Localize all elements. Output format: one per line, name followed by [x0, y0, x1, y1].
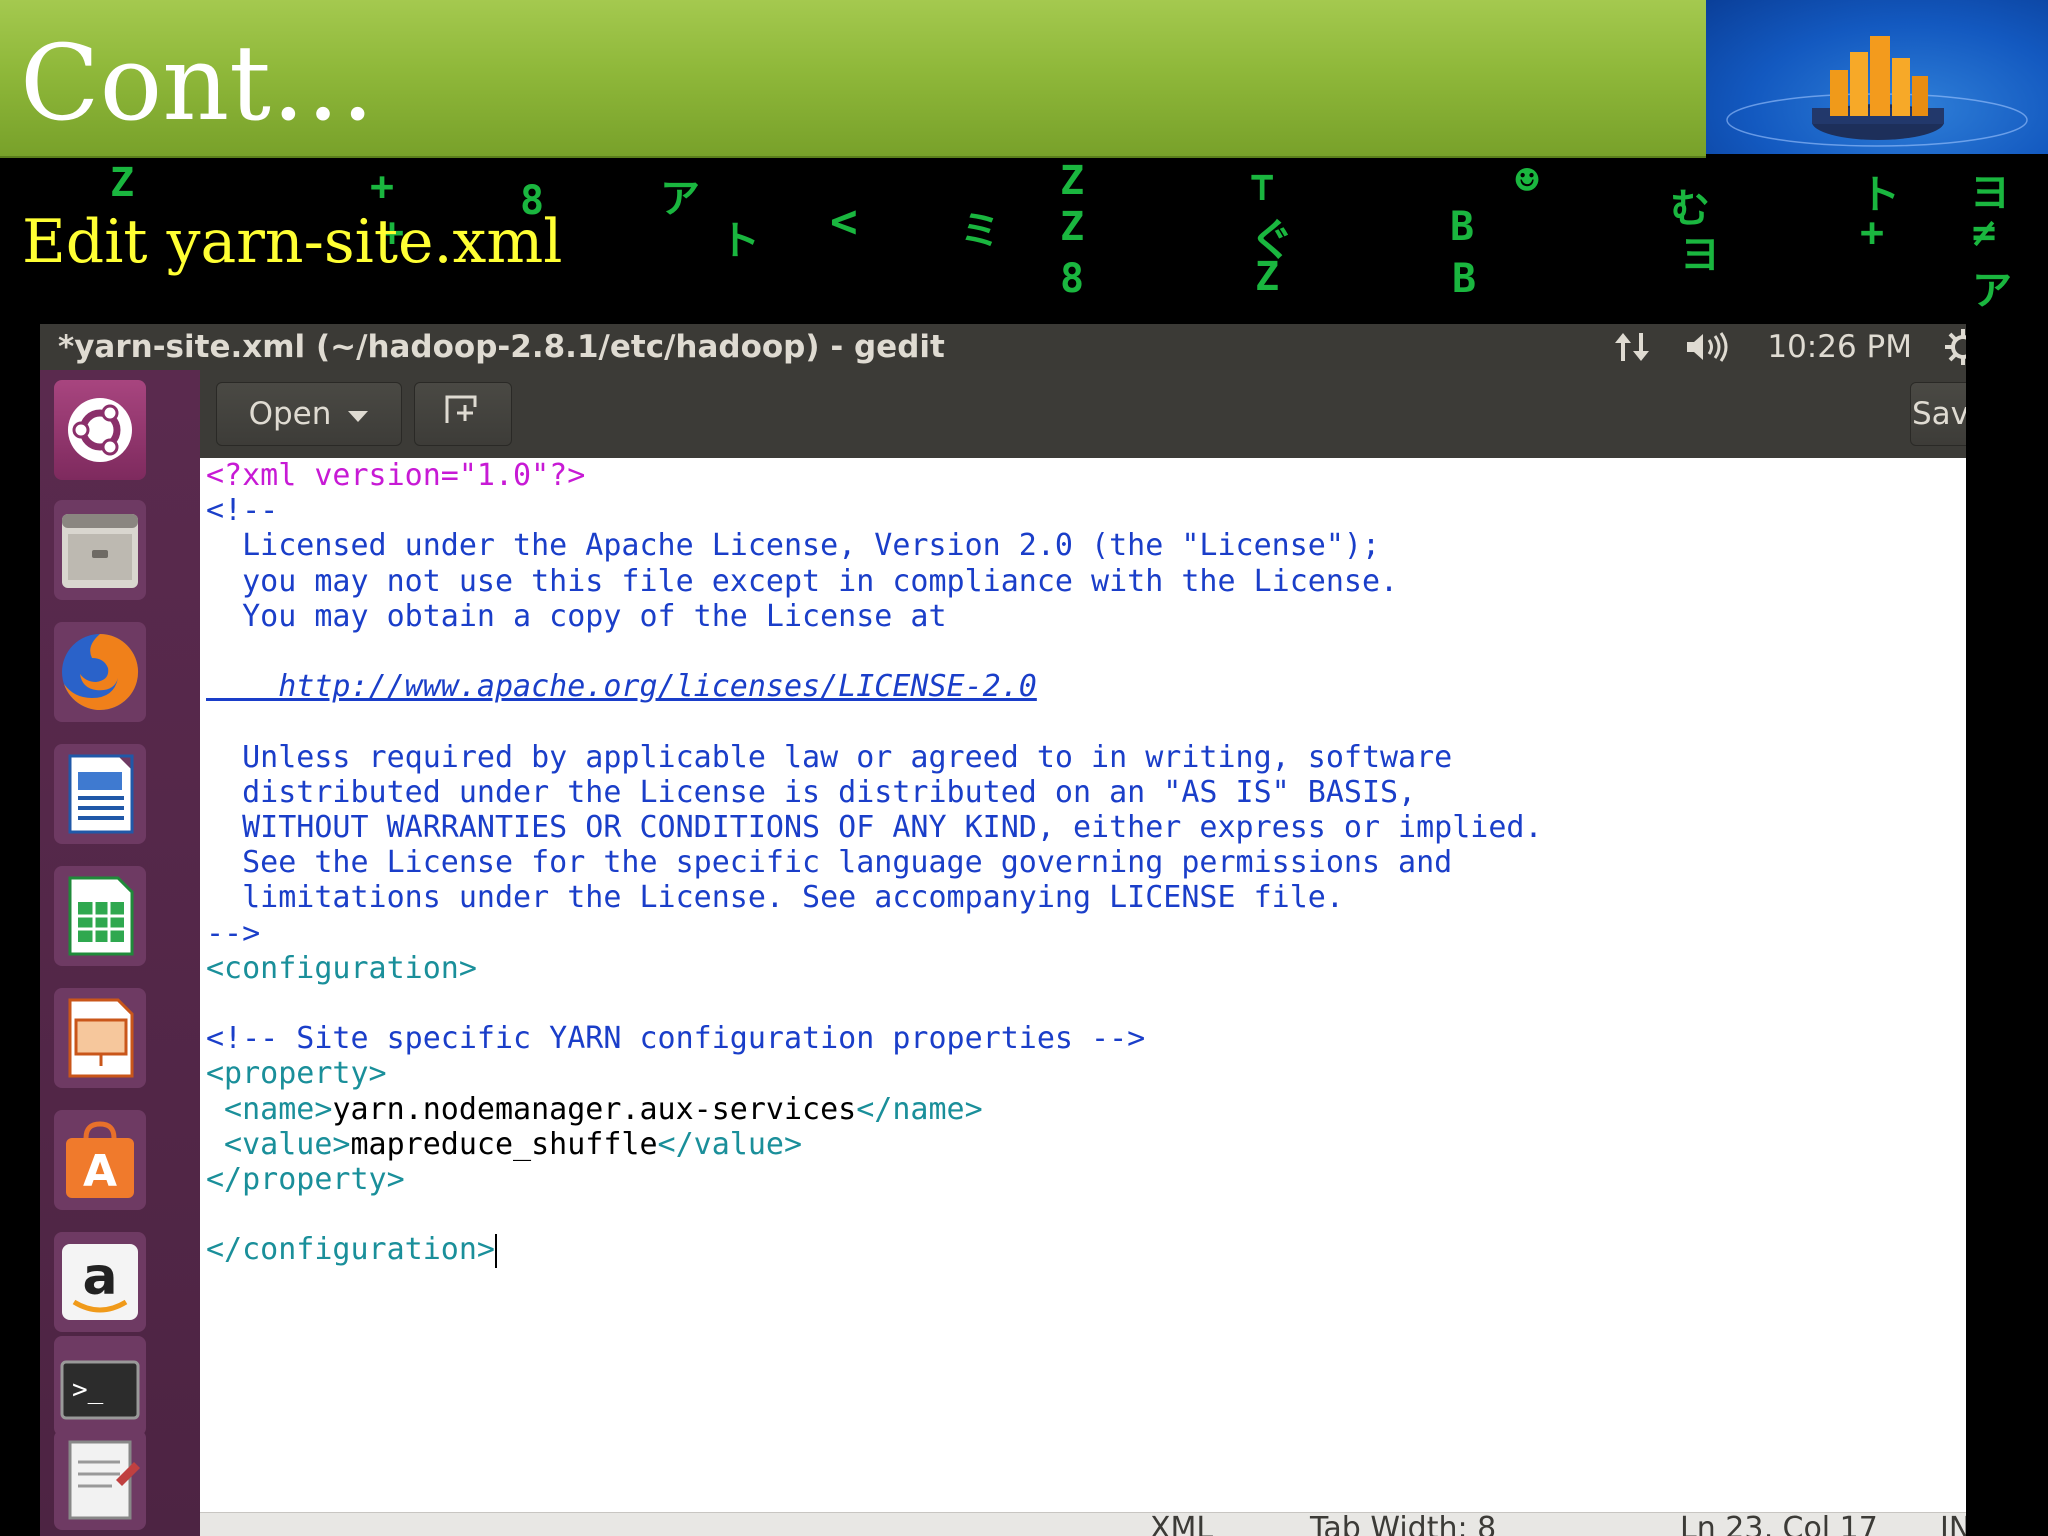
code-line: distributed under the License is distrib…: [206, 774, 1417, 810]
calc-icon[interactable]: [54, 866, 146, 966]
code-line: -->: [206, 915, 261, 951]
volume-icon[interactable]: [1685, 331, 1735, 363]
xml-text: yarn.nodemanager.aux-services: [332, 1091, 857, 1127]
network-updown-icon[interactable]: [1613, 331, 1653, 363]
terminal-icon[interactable]: >_: [54, 1336, 146, 1436]
impress-icon[interactable]: [54, 988, 146, 1088]
text-editor-icon[interactable]: [54, 1430, 146, 1530]
xml-tag: <name>: [206, 1091, 333, 1127]
firefox-icon[interactable]: [54, 622, 146, 722]
cursor-position: Ln 23, Col 17: [1680, 1512, 1878, 1536]
code-line: </property>: [206, 1162, 405, 1198]
hadoop-logo-icon: [1726, 36, 2028, 147]
slide-title-bar: Cont…: [0, 0, 1706, 158]
writer-icon[interactable]: [54, 744, 146, 844]
code-line: WITHOUT WARRANTIES OR CONDITIONS OF ANY …: [206, 810, 1543, 846]
code-line: you may not use this file except in comp…: [206, 563, 1399, 599]
xml-document: <?xml version="1.0"?> <!-- Licensed unde…: [206, 458, 1543, 1268]
svg-text:>_: >_: [72, 1375, 104, 1405]
code-line: limitations under the License. See accom…: [206, 880, 1344, 916]
top-panel: *yarn-site.xml (~/hadoop-2.8.1/etc/hadoo…: [40, 324, 2006, 370]
ubuntu-dash-icon[interactable]: [54, 380, 146, 480]
xml-tag: <value>: [206, 1126, 351, 1162]
code-line: <?xml version="1.0"?>: [206, 458, 586, 493]
code-line: <configuration>: [206, 950, 477, 986]
code-line: </configuration>: [206, 1232, 495, 1268]
chevron-down-icon: [347, 396, 369, 432]
tab-width-selector[interactable]: Tab Width: 8: [1310, 1513, 1496, 1536]
software-center-icon[interactable]: A: [54, 1110, 146, 1210]
text-cursor: [494, 1233, 497, 1268]
unity-launcher: A a >_: [40, 370, 200, 1536]
xml-tag: </name>: [856, 1091, 983, 1127]
amazon-icon[interactable]: a: [54, 1232, 146, 1332]
code-line: <property>: [206, 1056, 387, 1092]
code-line: See the License for the specific languag…: [206, 845, 1453, 881]
code-line: <!-- Site specific YARN configuration pr…: [206, 1021, 1146, 1057]
window-title: *yarn-site.xml (~/hadoop-2.8.1/etc/hadoo…: [58, 329, 945, 365]
code-line: Licensed under the Apache License, Versi…: [206, 528, 1380, 564]
new-tab-button[interactable]: [414, 382, 512, 446]
text-editor-area[interactable]: <?xml version="1.0"?> <!-- Licensed unde…: [200, 458, 2006, 1536]
ubuntu-desktop: *yarn-site.xml (~/hadoop-2.8.1/etc/hadoo…: [40, 324, 2006, 1536]
gedit-toolbar: Open Save: [200, 370, 2006, 458]
files-icon[interactable]: [54, 500, 146, 600]
new-document-icon: [443, 393, 483, 435]
slide-edge: [1966, 324, 2008, 1536]
hadoop-logo: [1706, 0, 2048, 154]
slide-subtitle: Edit yarn-site.xml: [22, 207, 563, 277]
clock[interactable]: 10:26 PM: [1767, 329, 1912, 365]
open-button-label: Open: [248, 396, 332, 432]
license-link[interactable]: http://www.apache.org/licenses/LICENSE-2…: [206, 669, 1037, 704]
svg-text:A: A: [83, 1146, 117, 1197]
code-line: <!--: [206, 493, 279, 529]
xml-tag: </value>: [657, 1126, 803, 1162]
open-button[interactable]: Open: [216, 382, 402, 446]
slide-title: Cont…: [20, 22, 375, 144]
language-selector[interactable]: XML: [1150, 1513, 1213, 1536]
code-line: Unless required by applicable law or agr…: [206, 739, 1453, 775]
code-line: You may obtain a copy of the License at: [206, 598, 947, 634]
svg-text:a: a: [82, 1247, 117, 1307]
status-bar: XML Tab Width: 8 Ln 23, Col 17 INS: [200, 1512, 2006, 1536]
panel-indicators: 10:26 PM: [1613, 324, 1982, 370]
xml-text: mapreduce_shuffle: [350, 1126, 658, 1162]
